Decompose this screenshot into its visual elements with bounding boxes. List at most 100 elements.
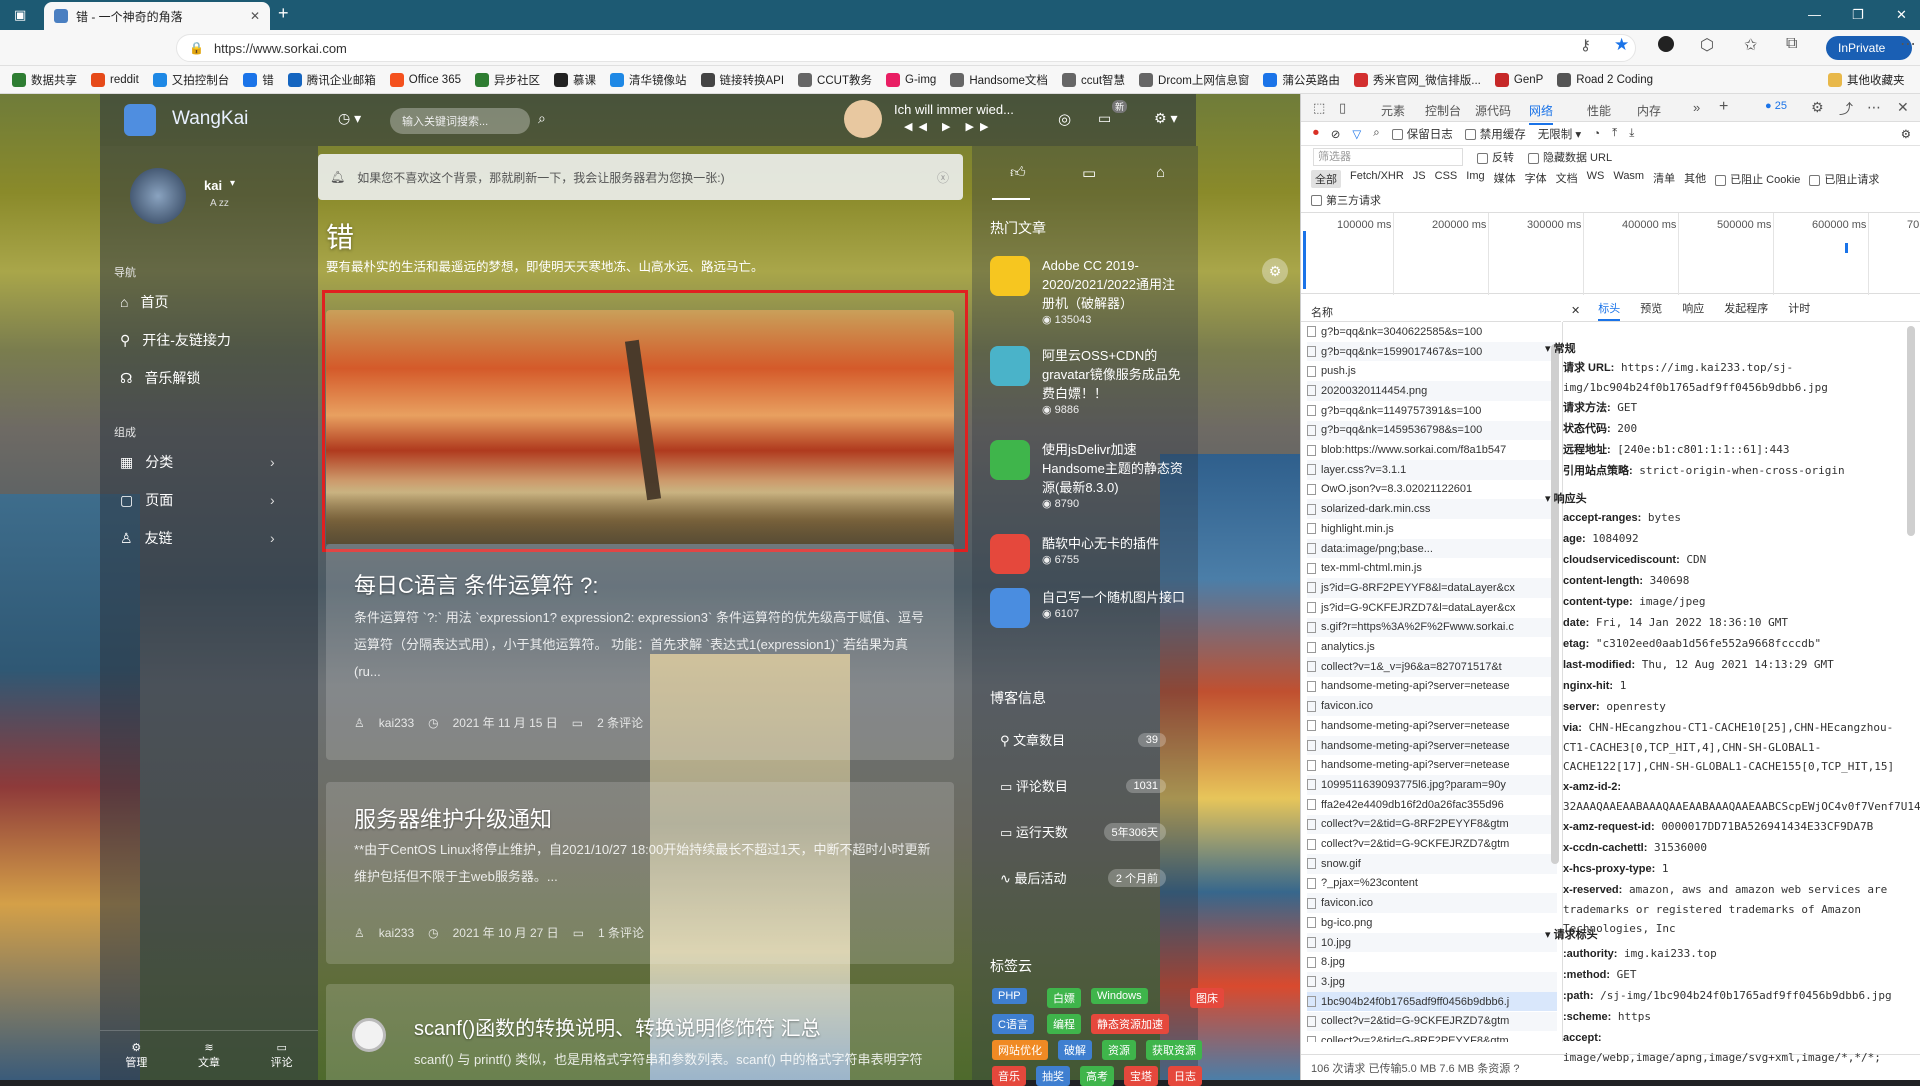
close-notice-icon[interactable]: ⓧ (937, 169, 949, 186)
tag-item[interactable]: C语言 (992, 1014, 1034, 1034)
network-settings-icon[interactable]: ⚙ (1901, 127, 1911, 141)
devtools-tab[interactable]: 元素 (1381, 102, 1405, 119)
thumbs-up-icon[interactable]: 👍︎ (1010, 164, 1026, 182)
type-filter-item[interactable]: CSS (1435, 170, 1458, 188)
header-section-title[interactable]: ▾ 常规 (1545, 340, 1576, 356)
favorite-item[interactable]: CCUT教务 (798, 72, 872, 88)
request-row[interactable]: 1099511639093775l6.jpg?param=90y (1307, 775, 1557, 795)
nav-home[interactable]: ⌂ 首页 (120, 292, 168, 312)
request-row[interactable]: collect?v=2&tid=G-9CKFEJRZD7&gtm (1307, 1011, 1557, 1032)
settings-icon[interactable]: ⚙ ▾ (1154, 110, 1177, 127)
request-row[interactable]: js?id=G-9CKFEJRZD7&l=dataLayer&cx (1307, 598, 1557, 618)
blocked-requests-checkbox[interactable]: 已阻止请求 (1809, 171, 1879, 187)
detail-tab[interactable]: 响应 (1682, 300, 1704, 321)
favorites-icon[interactable]: ✩ (1744, 35, 1757, 55)
tag-item[interactable]: 宝塔 (1124, 1066, 1158, 1086)
request-row[interactable]: handsome-meting-api?server=netease (1307, 677, 1557, 697)
hide-data-url-checkbox[interactable]: 隐藏数据 URL (1528, 149, 1612, 165)
devtools-tab[interactable]: 内存 (1637, 102, 1661, 119)
inspect-icon[interactable]: ⬚ (1313, 100, 1325, 116)
close-tab-icon[interactable]: ✕ (250, 9, 260, 23)
request-row[interactable]: highlight.min.js (1307, 519, 1557, 539)
tag-item[interactable]: PHP (992, 988, 1027, 1004)
type-filter-item[interactable]: 全部 (1311, 170, 1341, 188)
detail-tab[interactable]: 标头 (1598, 300, 1621, 321)
request-row[interactable]: g?b=qq&nk=1149757391&s=100 (1307, 401, 1557, 421)
close-detail-icon[interactable]: ✕ (1571, 304, 1580, 317)
group-pages[interactable]: ▢ 页面 › (120, 490, 290, 510)
post-title[interactable]: 每日C语言 条件运算符 ?: (354, 568, 598, 600)
type-filter-item[interactable]: Img (1466, 170, 1484, 188)
request-row[interactable]: js?id=G-8RF2PEYYF8&l=dataLayer&cx (1307, 578, 1557, 598)
favorite-item[interactable]: Office 365 (389, 72, 461, 88)
blocked-cookie-checkbox[interactable]: 已阻止 Cookie (1715, 171, 1800, 187)
restore-icon[interactable]: ❐ (1852, 7, 1864, 23)
type-filter-item[interactable]: Fetch/XHR (1350, 170, 1404, 188)
hot-post[interactable]: Adobe CC 2019-2020/2021/2022通用注册机（破解器） ◉ … (990, 256, 1186, 326)
favorite-item[interactable]: GenP (1494, 72, 1543, 88)
request-row[interactable]: favicon.ico (1307, 696, 1557, 716)
favorite-item[interactable]: reddit (91, 72, 139, 88)
filter-input[interactable]: 筛选器 (1313, 148, 1463, 166)
favorite-item[interactable]: Drcom上网信息窗 (1139, 72, 1249, 88)
focus-icon[interactable]: ◎ (1058, 110, 1071, 128)
favorite-item[interactable]: Handsome文档 (950, 72, 1048, 88)
name-column-header[interactable]: 名称 (1301, 300, 1561, 322)
request-row[interactable]: g?b=qq&nk=1599017467&s=100 (1307, 341, 1557, 362)
hot-post[interactable]: 阿里云OSS+CDN的gravatar镜像服务成品免费白嫖！！ ◉ 9886 (990, 346, 1186, 416)
request-row[interactable]: ffa2e42e4409db16f2d0a26fac355d96 (1307, 795, 1557, 815)
type-filter-item[interactable]: 清单 (1653, 170, 1675, 188)
invert-checkbox[interactable]: 反转 (1477, 149, 1514, 165)
hot-post[interactable]: 酷软中心无卡的插件 ◉ 6755 (990, 534, 1186, 574)
hot-post-title[interactable]: 使用jsDelivr加速Handsome主题的静态资源(最新8.3.0) (1042, 440, 1186, 497)
group-categories[interactable]: ▦ 分类 › (120, 452, 290, 472)
detail-tab[interactable]: 预览 (1640, 300, 1662, 321)
hot-post[interactable]: 自己写一个随机图片接口 ◉ 6107 (990, 588, 1186, 628)
site-logo-text[interactable]: WangKai (172, 108, 248, 130)
detail-tab[interactable]: 计时 (1788, 300, 1810, 321)
request-row[interactable]: g?b=qq&nk=3040622585&s=100 (1307, 322, 1557, 342)
favorite-item[interactable]: 又拍控制台 (152, 72, 229, 88)
throttle-select[interactable]: 无限制 ▾ (1538, 126, 1581, 142)
request-row[interactable]: 10.jpg (1307, 932, 1557, 953)
hot-post-title[interactable]: 酷软中心无卡的插件 (1042, 534, 1159, 553)
post-author[interactable]: kai233 (379, 716, 414, 730)
clock-icon[interactable]: ◷ ▾ (338, 110, 361, 127)
wifi-icon[interactable]: ◔ (1593, 128, 1600, 140)
extension-icon[interactable] (1658, 36, 1674, 52)
tag-item[interactable]: 日志 (1168, 1066, 1202, 1086)
comments-button[interactable]: ▭ 评论 (271, 1041, 293, 1070)
type-filter-item[interactable]: WS (1587, 170, 1605, 188)
third-party-checkbox[interactable]: 第三方请求 (1311, 190, 1381, 210)
request-row[interactable]: collect?v=1&_v=j96&a=827071517&t (1307, 656, 1557, 677)
favorite-item[interactable]: Road 2 Coding (1557, 72, 1653, 88)
manage-button[interactable]: ⚙ 管理 (125, 1041, 147, 1070)
header-section-title[interactable]: ▾ 请求标头 (1545, 926, 1598, 942)
type-filter-item[interactable]: 字体 (1525, 170, 1547, 188)
minimize-icon[interactable]: — (1808, 7, 1821, 22)
favorite-item[interactable]: 异步社区 (475, 72, 540, 88)
request-row[interactable]: handsome-meting-api?server=netease (1307, 735, 1557, 756)
hot-post-title[interactable]: 自己写一个随机图片接口 (1042, 588, 1185, 607)
request-row[interactable]: push.js (1307, 361, 1557, 381)
address-field[interactable]: 🔒 https://www.sorkai.com (176, 34, 1636, 62)
request-row[interactable]: collect?v=2&tid=G-8RF2PEYYF8&gtm (1307, 814, 1557, 835)
tag-item[interactable]: 静态资源加速 (1091, 1014, 1169, 1034)
request-row[interactable]: collect?v=2&tid=G-8RF2PEYYF8&gtm (1307, 1031, 1557, 1042)
hot-post[interactable]: 使用jsDelivr加速Handsome主题的静态资源(最新8.3.0) ◉ 87… (990, 440, 1186, 510)
gift-icon[interactable]: ⌂ (1156, 164, 1165, 181)
post-card[interactable]: 服务器维护升级通知 **由于CentOS Linux将停止维护，自2021/10… (326, 782, 954, 964)
request-row[interactable]: analytics.js (1307, 637, 1557, 657)
preserve-log-checkbox[interactable]: 保留日志 (1391, 126, 1453, 142)
request-row[interactable]: handsome-meting-api?server=netease (1307, 716, 1557, 736)
collections-icon[interactable]: ⧉ (1786, 35, 1797, 53)
overview-timeline[interactable]: 100000 ms 200000 ms 300000 ms 400000 ms 5000… (1301, 212, 1920, 295)
post-author[interactable]: kai233 (379, 926, 414, 940)
close-window-icon[interactable]: ✕ (1896, 7, 1907, 23)
request-row[interactable]: g?b=qq&nk=1459536798&s=100 (1307, 420, 1557, 441)
issues-badge[interactable]: ● 25 (1765, 100, 1787, 112)
featured-post-image[interactable] (326, 310, 954, 544)
type-filter-item[interactable]: 文档 (1556, 170, 1578, 188)
music-cover-avatar[interactable] (844, 100, 882, 138)
detail-scrollbar[interactable] (1907, 326, 1915, 536)
